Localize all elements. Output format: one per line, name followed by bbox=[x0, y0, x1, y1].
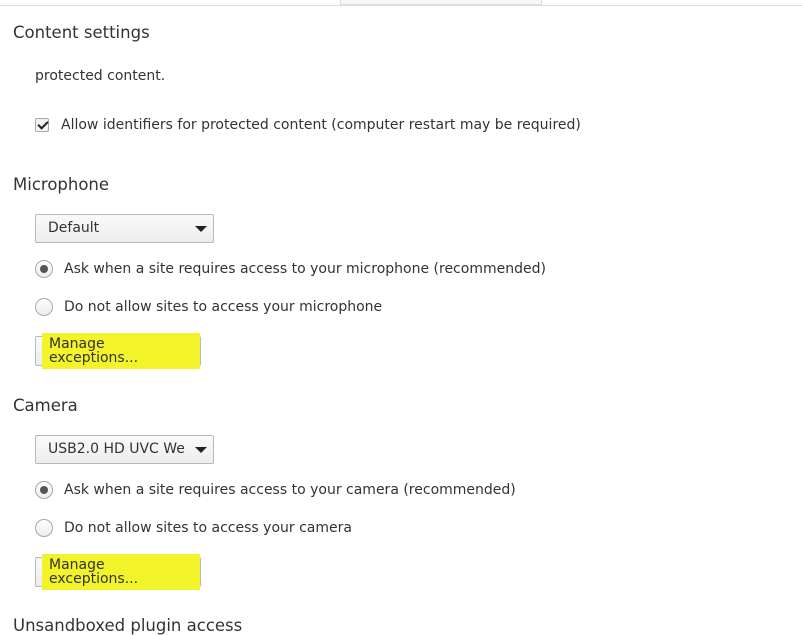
top-tab[interactable] bbox=[340, 0, 542, 5]
camera-ask-option[interactable]: Ask when a site requires access to your … bbox=[35, 481, 516, 499]
unsandboxed-plugin-section-title: Unsandboxed plugin access bbox=[13, 616, 243, 635]
camera-block-label[interactable]: Do not allow sites to access your camera bbox=[64, 520, 352, 536]
microphone-block-option[interactable]: Do not allow sites to access your microp… bbox=[35, 298, 382, 316]
microphone-device-select[interactable]: Default bbox=[35, 214, 214, 243]
microphone-manage-exceptions-label: Manage exceptions... bbox=[42, 333, 200, 369]
camera-manage-exceptions-button[interactable]: Manage exceptions... bbox=[35, 554, 201, 590]
protected-content-checkbox-label[interactable]: Allow identifiers for protected content … bbox=[61, 117, 581, 133]
camera-section-title: Camera bbox=[13, 396, 78, 415]
microphone-section-title: Microphone bbox=[13, 175, 110, 194]
page-title: Content settings bbox=[13, 23, 150, 42]
protected-content-checkbox[interactable] bbox=[35, 118, 49, 132]
camera-device-select[interactable]: USB2.0 HD UVC WebCam bbox=[35, 435, 214, 464]
camera-block-radio[interactable] bbox=[35, 519, 53, 537]
microphone-device-value: Default bbox=[48, 220, 100, 236]
protected-content-text: protected content. bbox=[35, 68, 166, 84]
camera-block-option[interactable]: Do not allow sites to access your camera bbox=[35, 519, 352, 537]
camera-manage-exceptions-label: Manage exceptions... bbox=[42, 554, 200, 590]
microphone-ask-option[interactable]: Ask when a site requires access to your … bbox=[35, 260, 546, 278]
dropdown-arrow-icon bbox=[195, 226, 207, 232]
camera-ask-radio[interactable] bbox=[35, 481, 53, 499]
camera-device-value: USB2.0 HD UVC WebCam bbox=[48, 441, 185, 457]
microphone-ask-label[interactable]: Ask when a site requires access to your … bbox=[64, 261, 546, 277]
microphone-ask-radio[interactable] bbox=[35, 260, 53, 278]
microphone-block-label[interactable]: Do not allow sites to access your microp… bbox=[64, 299, 382, 315]
protected-content-checkbox-row[interactable]: Allow identifiers for protected content … bbox=[35, 117, 581, 133]
dropdown-arrow-icon bbox=[195, 447, 207, 453]
microphone-manage-exceptions-button[interactable]: Manage exceptions... bbox=[35, 333, 201, 369]
microphone-block-radio[interactable] bbox=[35, 298, 53, 316]
camera-ask-label[interactable]: Ask when a site requires access to your … bbox=[64, 482, 516, 498]
